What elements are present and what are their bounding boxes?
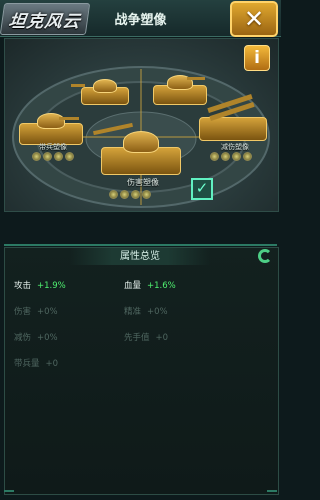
panel-title: 属性总览 — [70, 248, 210, 265]
refresh-icon[interactable] — [258, 249, 272, 263]
stat-damage-reduction: 减伤 +0% — [14, 333, 58, 343]
panel-corner-left — [4, 490, 14, 492]
stat-attack: 攻击 +1.9% — [14, 281, 66, 291]
star-level-damage-reduction — [210, 152, 252, 161]
star-level-troops — [32, 152, 74, 161]
statue-label-damage-reduction: 减伤塑像 — [221, 143, 249, 151]
stat-hp: 血量 +1.6% — [124, 281, 176, 291]
stat-troop-capacity: 带兵量 +0 — [14, 359, 59, 369]
stat-accuracy: 精准 +0% — [124, 307, 168, 317]
statue-label-troops: 带兵塑像 — [39, 143, 67, 151]
statue-label-damage: 伤害塑像 — [127, 178, 159, 187]
close-button[interactable]: ✕ — [230, 1, 278, 37]
close-icon: ✕ — [243, 5, 265, 33]
header-bar: 坦克风云 战争塑像 ✕ — [0, 0, 281, 37]
stat-initiative: 先手值 +0 — [124, 333, 169, 343]
panel-divider — [4, 244, 277, 246]
selected-checkbox[interactable]: ✓ — [191, 178, 213, 200]
panel-corner-right — [267, 490, 277, 492]
stat-damage: 伤害 +0% — [14, 307, 58, 317]
statue-scene: i 带兵塑像 减伤塑像 伤害塑像 ✓ — [4, 38, 279, 212]
info-button[interactable]: i — [244, 45, 270, 71]
star-level-damage — [109, 190, 151, 199]
